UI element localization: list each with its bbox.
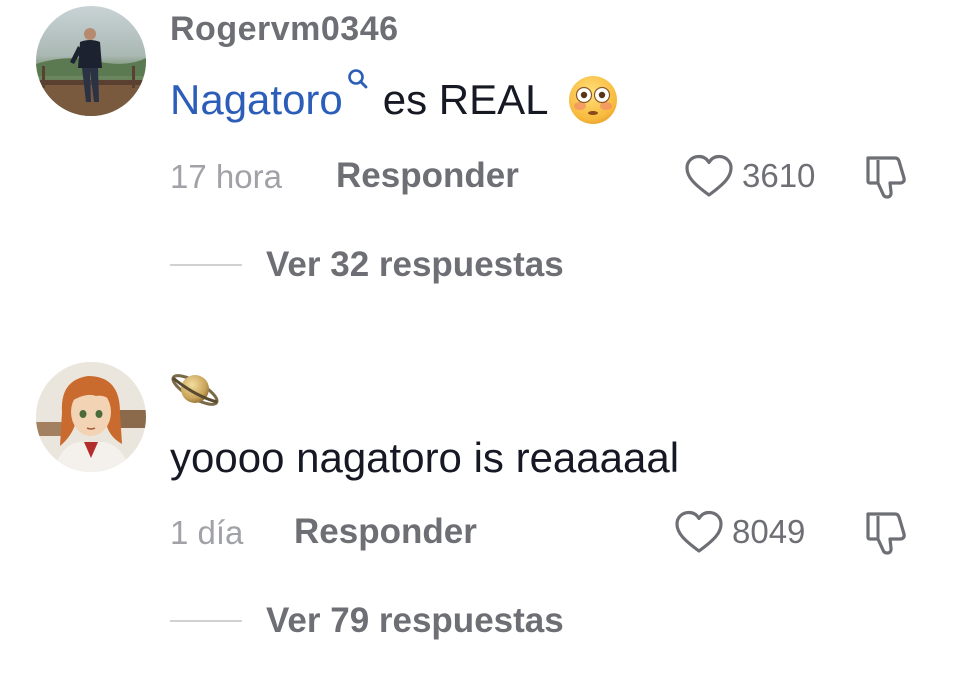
comment-timestamp: 1 día [170, 514, 244, 551]
heart-icon [675, 510, 723, 553]
view-replies-label: Ver 79 respuestas [266, 601, 564, 640]
comment-username[interactable]: Rogervm0346 [170, 10, 399, 49]
comment-body: yoooo nagatoro is reaaaaal [170, 434, 680, 481]
avatar[interactable] [36, 6, 146, 116]
heart-icon [685, 154, 733, 197]
comment-item: Rogervm0346 Nagatoro es REAL 17 hora Res… [0, 0, 960, 320]
mention-link[interactable]: Nagatoro [170, 76, 343, 124]
ringed-planet-icon [171, 374, 219, 406]
like-button[interactable]: 8049 [674, 508, 805, 556]
view-replies-button[interactable]: Ver 79 respuestas [170, 598, 564, 644]
view-replies-label: Ver 32 respuestas [266, 245, 564, 284]
avatar[interactable] [36, 362, 146, 472]
replies-divider [170, 620, 242, 622]
replies-divider [170, 264, 242, 266]
comment-item: yoooo nagatoro is reaaaaal 1 día Respond… [0, 340, 960, 680]
like-button[interactable]: 3610 [684, 152, 815, 200]
reply-button[interactable]: Responder [294, 512, 477, 552]
search-icon [347, 69, 368, 89]
dislike-icon[interactable] [862, 508, 912, 558]
comment-body: es REAL [382, 76, 549, 123]
view-replies-button[interactable]: Ver 32 respuestas [170, 242, 564, 288]
like-count: 3610 [742, 157, 816, 194]
comment-timestamp: 17 hora [170, 158, 282, 195]
reply-button[interactable]: Responder [336, 156, 519, 196]
flushed-face-icon [568, 76, 617, 124]
comment-text: yoooo nagatoro is reaaaaal [170, 430, 679, 486]
like-count: 8049 [732, 513, 806, 550]
comment-text: Nagatoro es REAL [170, 69, 619, 128]
dislike-icon[interactable] [862, 152, 912, 202]
